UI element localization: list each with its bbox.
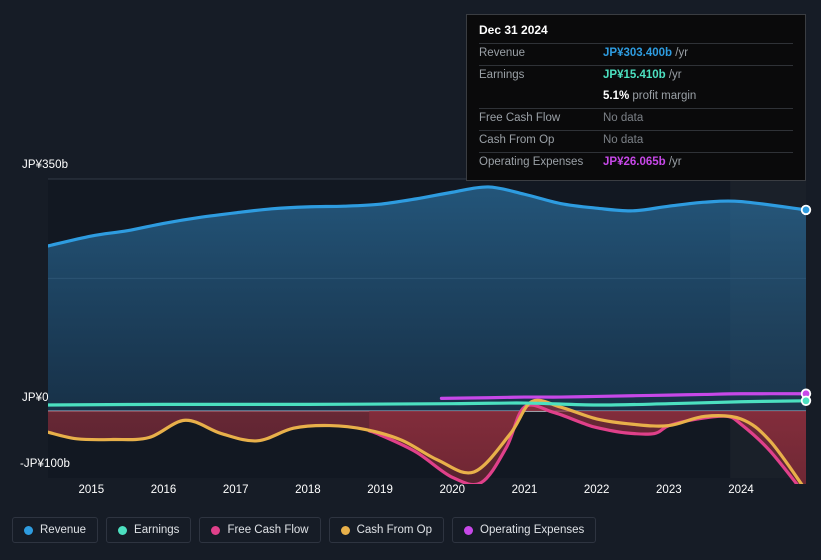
- legend-color-dot-icon: [340, 525, 350, 535]
- tooltip-row-label: Free Cash Flow: [479, 112, 561, 124]
- end-marker-earnings: [802, 397, 810, 405]
- tooltip-value-number: 5.1%: [603, 90, 630, 102]
- tooltip-value-unit: /yr: [665, 156, 682, 168]
- chart-tooltip: Dec 31 2024 Revenue JP¥303.400b /yr Earnin…: [466, 14, 806, 181]
- tooltip-row: Revenue JP¥303.400b /yr: [479, 43, 793, 65]
- x-axis-tick-2021: 2021: [511, 484, 538, 496]
- tooltip-row-value: No data: [603, 112, 643, 124]
- tooltip-row-label: Revenue: [479, 47, 526, 59]
- legend-item-label: Operating Expenses: [480, 524, 585, 536]
- legend-color-dot-icon: [464, 525, 474, 535]
- legend-item-operating-expenses[interactable]: Operating Expenses: [452, 517, 597, 543]
- legend-item-revenue[interactable]: Revenue: [12, 517, 99, 543]
- tooltip-value-unit: /yr: [665, 69, 682, 81]
- tooltip-row: Cash From Op No data: [479, 130, 793, 152]
- tooltip-row-value: JP¥303.400b /yr: [603, 47, 688, 59]
- tooltip-value-unit: /yr: [672, 47, 689, 59]
- legend-item-label: Cash From Op: [356, 524, 433, 536]
- x-axis-tick-2017: 2017: [222, 484, 249, 496]
- tooltip-row: 5.1% profit margin: [479, 87, 793, 108]
- tooltip-date: Dec 31 2024: [479, 23, 548, 37]
- y-axis-label-min: -JP¥100b: [20, 458, 71, 470]
- y-axis-label-max: JP¥350b: [22, 159, 69, 171]
- tooltip-row: Earnings JP¥15.410b /yr: [479, 65, 793, 87]
- end-marker-revenue: [802, 206, 810, 214]
- tooltip-row-label: Cash From Op: [479, 134, 555, 146]
- y-axis-label-zero: JP¥0: [22, 392, 49, 404]
- chart-legend[interactable]: Revenue Earnings Free Cash Flow Cash From O…: [12, 517, 597, 543]
- tooltip-row-label: Earnings: [479, 69, 525, 81]
- legend-item-cash-from-op[interactable]: Cash From Op: [328, 517, 445, 543]
- tooltip-row: Operating Expenses JP¥26.065b /yr: [479, 152, 793, 174]
- tooltip-row-value: 5.1% profit margin: [603, 90, 696, 102]
- financial-chart-widget: JP¥350b JP¥0 -JP¥100b 2015 2016 2017 2018 20…: [0, 0, 821, 560]
- tooltip-row: Free Cash Flow No data: [479, 108, 793, 130]
- x-axis-tick-2016: 2016: [150, 484, 177, 496]
- x-axis-tick-2023: 2023: [656, 484, 682, 496]
- legend-color-dot-icon: [24, 525, 33, 535]
- legend-item-earnings[interactable]: Earnings: [106, 517, 192, 543]
- tooltip-row-label: Operating Expenses: [479, 156, 584, 168]
- legend-item-free-cash-flow[interactable]: Free Cash Flow: [199, 517, 321, 543]
- tooltip-no-data: No data: [603, 134, 644, 146]
- tooltip-row-value: JP¥26.065b /yr: [603, 156, 682, 168]
- x-axis-tick-2024: 2024: [728, 484, 754, 496]
- legend-color-dot-icon: [211, 525, 221, 535]
- legend-item-label: Revenue: [40, 524, 87, 536]
- x-axis-tick-2015: 2015: [78, 484, 105, 496]
- tooltip-value-number: JP¥303.400b: [603, 47, 673, 59]
- x-axis-tick-2019: 2019: [367, 484, 393, 496]
- x-axis-tick-2022: 2022: [583, 484, 610, 496]
- legend-color-dot-icon: [118, 525, 128, 535]
- x-axis-tick-2018: 2018: [295, 484, 321, 496]
- tooltip-value-number: JP¥26.065b: [603, 156, 666, 168]
- tooltip-row-value: No data: [603, 134, 643, 146]
- tooltip-row-value: JP¥15.410b /yr: [603, 69, 682, 81]
- legend-item-label: Free Cash Flow: [227, 524, 309, 536]
- tooltip-value-number: JP¥15.410b: [603, 69, 666, 81]
- tooltip-no-data: No data: [603, 112, 644, 124]
- x-axis-tick-2020: 2020: [439, 484, 466, 496]
- tooltip-value-unit: profit margin: [629, 90, 697, 102]
- tooltip-rows: Revenue JP¥303.400b /yr Earnings JP¥15.410b…: [479, 43, 793, 174]
- legend-item-label: Earnings: [134, 524, 180, 536]
